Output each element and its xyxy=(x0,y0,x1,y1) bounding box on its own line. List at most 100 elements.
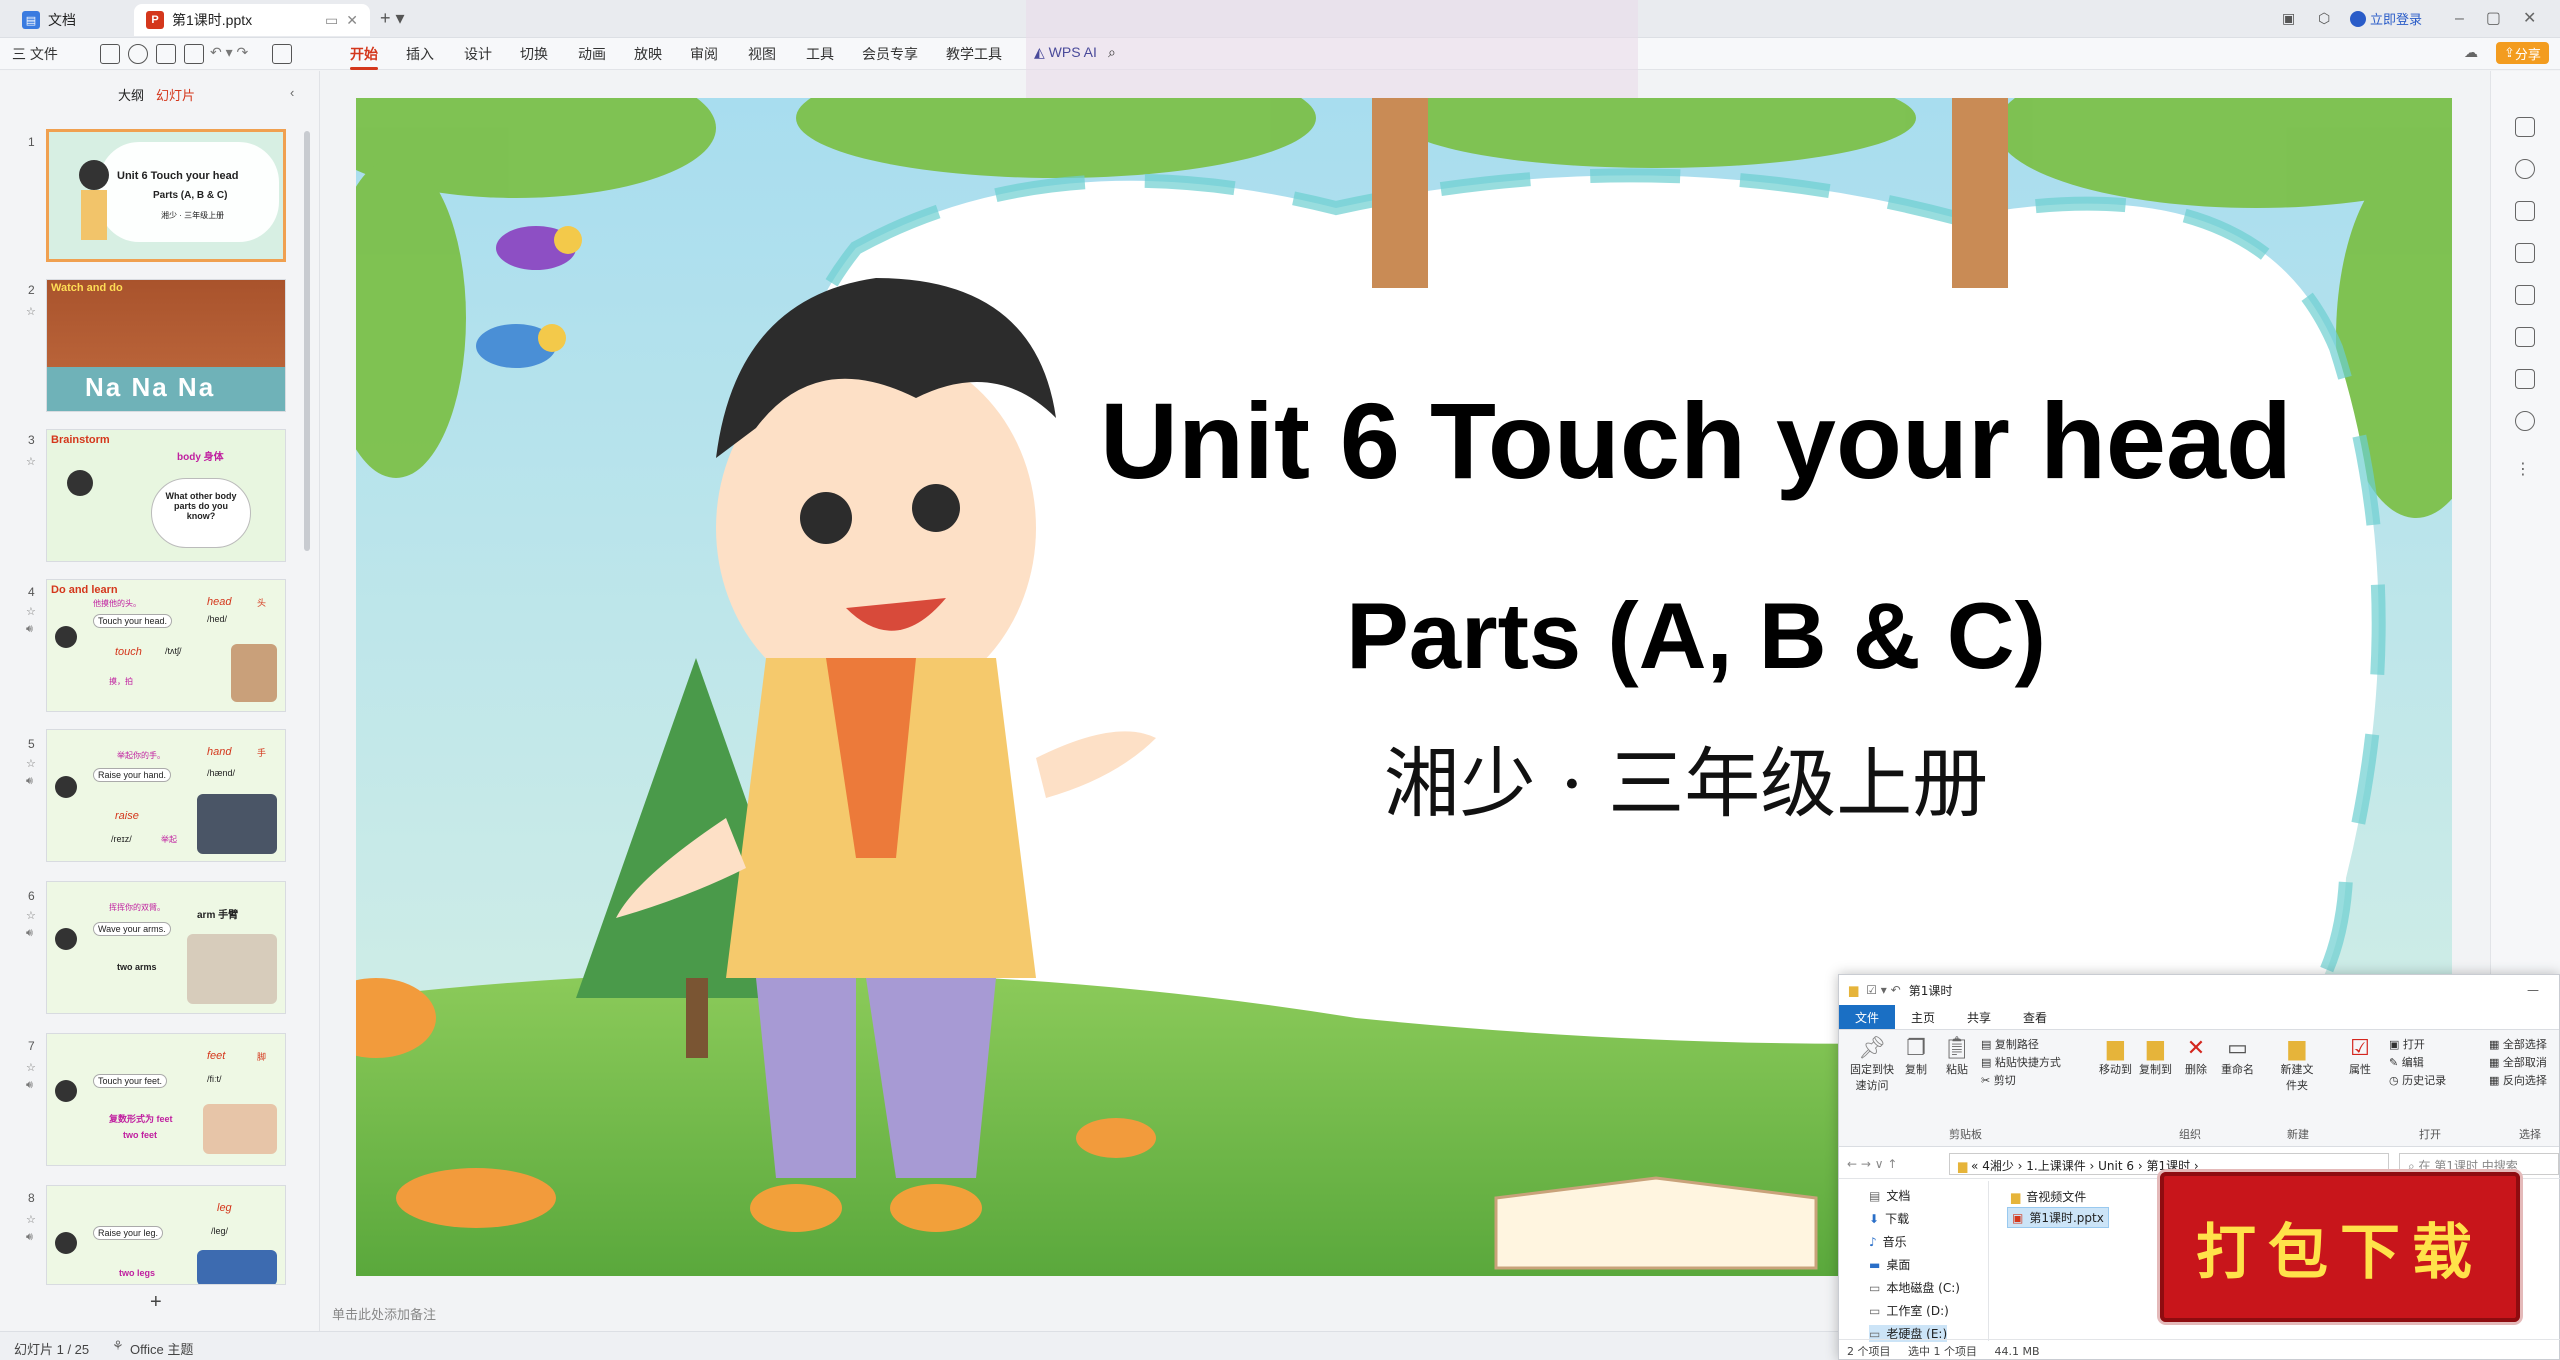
explorer-tab-share[interactable]: 共享 xyxy=(1951,1005,2007,1029)
window-icon[interactable]: ▭ xyxy=(325,12,338,29)
audio-icon[interactable]: 🔊︎ xyxy=(26,623,33,636)
star-icon[interactable]: ☆ xyxy=(26,605,36,618)
menu-review[interactable]: 审阅 xyxy=(690,44,718,64)
nav-arrows[interactable]: ← → ∨ ↑ xyxy=(1847,1157,1897,1171)
file-item-folder[interactable]: ▆ 音视频文件 xyxy=(2007,1187,2090,1206)
properties-button[interactable]: ☑ 属性 xyxy=(2349,1036,2371,1077)
slide-thumbnail-7[interactable]: Touch your feet. feet 脚 /fiːt/ 复数形式为 fee… xyxy=(46,1033,286,1166)
invert-selection-button[interactable]: ▦ 反向选择 xyxy=(2489,1072,2547,1090)
file-item-pptx[interactable]: ▣ 第1课时.pptx xyxy=(2007,1207,2109,1228)
move-to-button[interactable]: ▆ 移动到 xyxy=(2099,1036,2132,1077)
nav-drive-c[interactable]: ▭ 本地磁盘 (C:) xyxy=(1869,1279,1960,1296)
download-stamp[interactable]: 打包下载 xyxy=(2160,1172,2520,1322)
select-all-button[interactable]: ▦ 全部选择 xyxy=(2489,1036,2547,1054)
image-icon[interactable] xyxy=(2515,243,2535,263)
slide-thumbnail-4[interactable]: Do and learn 他摸他的头。 Touch your head. hea… xyxy=(46,579,286,712)
search-icon[interactable]: ⌕ xyxy=(1108,44,1116,61)
login-button[interactable]: 立即登录 xyxy=(2350,9,2422,28)
audio-icon[interactable]: 🔊︎ xyxy=(26,1079,33,1092)
copy-button[interactable]: ❐ 复制 xyxy=(1905,1036,1927,1077)
star-icon[interactable]: ☆ xyxy=(26,455,36,468)
select-none-button[interactable]: ▦ 全部取消 xyxy=(2489,1054,2547,1072)
menu-transition[interactable]: 切换 xyxy=(520,44,548,64)
layout-icon[interactable] xyxy=(2515,327,2535,347)
star-icon[interactable]: ☆ xyxy=(26,1061,36,1074)
copy-icon[interactable] xyxy=(2515,201,2535,221)
explorer-tab-home[interactable]: 主页 xyxy=(1895,1005,1951,1029)
new-folder-button[interactable]: ▆ 新建文件夹 xyxy=(2279,1036,2315,1093)
paste-shortcut-button[interactable]: ▤ 粘贴快捷方式 xyxy=(1981,1054,2061,1072)
preview-icon[interactable] xyxy=(184,44,204,64)
history-button[interactable]: ◷ 历史记录 xyxy=(2389,1072,2446,1090)
nav-desktop[interactable]: ▬ 桌面 xyxy=(1869,1256,1910,1273)
print-icon[interactable] xyxy=(156,44,176,64)
audio-icon[interactable]: 🔊︎ xyxy=(26,1231,33,1244)
slide-thumbnail-8[interactable]: Raise your leg. leg /leg/ two legs xyxy=(46,1185,286,1285)
menu-design[interactable]: 设计 xyxy=(464,44,492,64)
add-slide-button[interactable]: + xyxy=(150,1291,162,1314)
new-tab-icon[interactable]: + ▾ xyxy=(380,8,405,29)
notes-area[interactable]: 单击此处添加备注 xyxy=(320,1290,1840,1330)
copy-path-button[interactable]: ▤ 复制路径 xyxy=(1981,1036,2061,1054)
close-tab-icon[interactable]: ✕ xyxy=(346,12,358,29)
rename-button[interactable]: ▭ 重命名 xyxy=(2221,1036,2254,1077)
pin-button[interactable]: 📌︎ 固定到快速访问 xyxy=(1845,1036,1899,1093)
tab-documents[interactable]: ▤ 文档 xyxy=(10,4,88,36)
format-painter-icon[interactable] xyxy=(272,44,292,64)
layout-icon[interactable]: ▣ xyxy=(2282,10,2295,27)
thumbnail-scrollbar[interactable] xyxy=(304,131,310,551)
shirt-icon[interactable] xyxy=(2515,369,2535,389)
explorer-tab-view[interactable]: 查看 xyxy=(2007,1005,2063,1029)
audio-icon[interactable]: 🔊︎ xyxy=(26,775,33,788)
nav-documents[interactable]: ▤ 文档 xyxy=(1869,1187,1910,1204)
menu-teaching-tools[interactable]: 教学工具 xyxy=(946,44,1002,64)
save-icon[interactable] xyxy=(100,44,120,64)
star-icon[interactable]: ☆ xyxy=(26,305,36,318)
window-controls[interactable]: –▢✕ xyxy=(2455,8,2558,28)
menu-tools[interactable]: 工具 xyxy=(806,44,834,64)
theme-name[interactable]: Office 主题 xyxy=(130,1339,193,1358)
menu-member[interactable]: 会员专享 xyxy=(862,44,918,64)
help-icon[interactable] xyxy=(2515,411,2535,431)
open-button[interactable]: ▣ 打开 xyxy=(2389,1036,2446,1054)
explorer-tab-file[interactable]: 文件 xyxy=(1839,1005,1896,1029)
star-icon[interactable]: ☆ xyxy=(26,909,36,922)
star-icon[interactable]: ☆ xyxy=(26,757,36,770)
paste-button[interactable]: 📋︎ 粘贴 xyxy=(1943,1036,1971,1077)
star-icon[interactable]: ☆ xyxy=(26,1213,36,1226)
slide-title[interactable]: Unit 6 Touch your head xyxy=(996,378,2396,503)
brush-icon[interactable] xyxy=(2515,285,2535,305)
edit-button[interactable]: ✎ 编辑 xyxy=(2389,1054,2446,1072)
slide-thumbnail-1[interactable]: Unit 6 Touch your head Parts (A, B & C) … xyxy=(46,129,286,262)
file-menu[interactable]: 三 文件 xyxy=(12,44,58,64)
more-icon[interactable]: ⋮ xyxy=(2515,459,2531,479)
cube-icon[interactable]: ⬡ xyxy=(2318,10,2330,27)
nav-downloads[interactable]: ⬇ 下载 xyxy=(1869,1210,1909,1227)
adjust-icon[interactable] xyxy=(2515,117,2535,137)
tab-slides[interactable]: 幻灯片 xyxy=(156,85,195,104)
copy-to-button[interactable]: ▆ 复制到 xyxy=(2139,1036,2172,1077)
share-button[interactable]: ⇪ 分享 xyxy=(2496,42,2549,64)
nav-drive-d[interactable]: ▭ 工作室 (D:) xyxy=(1869,1302,1949,1319)
wps-ai-button[interactable]: ◭ WPS AI xyxy=(1034,44,1097,61)
slide-subtitle[interactable]: Parts (A, B & C) xyxy=(1146,582,2246,690)
menu-start[interactable]: 开始 xyxy=(350,44,378,70)
minimize-icon[interactable]: — xyxy=(2527,983,2539,997)
cloud-icon[interactable]: ☁ xyxy=(2464,44,2478,61)
tab-outline[interactable]: 大纲 xyxy=(118,85,144,104)
slide-thumbnail-6[interactable]: 挥挥你的双臂。 arm 手臂 Wave your arms. two arms xyxy=(46,881,286,1014)
undo-icon[interactable]: ↶ ▾ ↷ xyxy=(210,44,248,61)
export-icon[interactable] xyxy=(128,44,148,64)
tab-pptx-file[interactable]: P 第1课时.pptx ▭ ✕ xyxy=(134,4,370,36)
audio-icon[interactable]: 🔊︎ xyxy=(26,927,33,940)
quick-access-icons[interactable]: ☑ ▾ ↶ xyxy=(1866,983,1900,997)
slide-thumbnail-2[interactable]: Watch and do Na Na Na xyxy=(46,279,286,412)
menu-view[interactable]: 视图 xyxy=(748,44,776,64)
slide-publisher[interactable]: 湘少 · 三年级上册 xyxy=(1226,722,2146,832)
nav-music[interactable]: ♪ 音乐 xyxy=(1869,1233,1907,1250)
menu-animation[interactable]: 动画 xyxy=(578,44,606,64)
menu-slideshow[interactable]: 放映 xyxy=(634,44,662,64)
collapse-pane-icon[interactable]: ‹ xyxy=(290,85,294,100)
slide-thumbnail-3[interactable]: Brainstorm body 身体 What other body parts… xyxy=(46,429,286,562)
menu-insert[interactable]: 插入 xyxy=(406,44,434,64)
